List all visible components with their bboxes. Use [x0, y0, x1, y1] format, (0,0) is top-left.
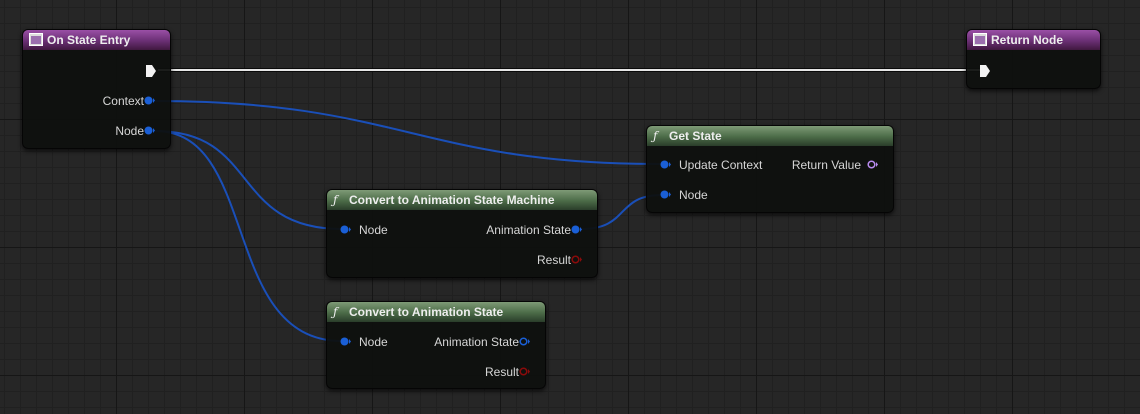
- wire-context-to-update-context: [154, 100, 661, 165]
- function-icon: ƒ: [333, 193, 338, 207]
- event-icon: [29, 33, 43, 46]
- convert-state-machine-header[interactable]: ƒ Convert to Animation State Machine: [327, 190, 597, 210]
- context-output-pin[interactable]: [144, 96, 155, 105]
- update-context-pin-label: Update Context: [679, 158, 763, 172]
- return-node[interactable]: Return Node: [966, 29, 1101, 89]
- get-state-header[interactable]: ƒ Get State: [647, 126, 893, 146]
- get-state-title: Get State: [669, 129, 722, 143]
- node-pin-label: Node: [359, 223, 388, 237]
- return-value-pin-row: Return Value: [792, 156, 861, 174]
- node-output-pin[interactable]: [144, 126, 155, 135]
- node-pin-label: Node: [359, 335, 388, 349]
- result-pin-label: Result: [484, 365, 519, 379]
- animation-state-pin-label: Animation State: [434, 335, 519, 349]
- convert-state-title: Convert to Animation State: [349, 305, 504, 319]
- convert-to-animation-state-node[interactable]: ƒ Convert to Animation State Node Animati…: [326, 301, 546, 389]
- exec-input-pin[interactable]: [979, 64, 991, 78]
- on-state-entry-header[interactable]: On State Entry: [23, 30, 170, 50]
- node-pin-label: Node: [679, 188, 708, 202]
- animation-state-output-pin[interactable]: [519, 337, 530, 346]
- wire-node-to-convert-state: [154, 130, 343, 342]
- result-output-pin[interactable]: [519, 367, 530, 376]
- convert-state-machine-title: Convert to Animation State Machine: [349, 193, 555, 207]
- node-pin-row: Node: [359, 221, 388, 239]
- result-pin-row: Result: [537, 251, 571, 269]
- result-pin-row: Result: [485, 363, 519, 381]
- exec-output-pin[interactable]: [145, 64, 157, 78]
- animation-state-pin-row: Animation State: [486, 221, 571, 239]
- node-pin-row: Node: [359, 333, 388, 351]
- context-pin-row: Context: [103, 92, 144, 110]
- node-pin-label: Node: [115, 124, 144, 138]
- node-pin-row: Node: [679, 186, 708, 204]
- result-pin-label: Result: [536, 253, 571, 267]
- return-node-header[interactable]: Return Node: [967, 30, 1100, 50]
- function-icon: ƒ: [333, 305, 338, 319]
- animation-state-pin-row: Animation State: [434, 333, 519, 351]
- update-context-input-pin[interactable]: [660, 160, 671, 169]
- return-value-output-pin[interactable]: [867, 160, 878, 169]
- node-input-pin[interactable]: [340, 225, 351, 234]
- update-context-pin-row: Update Context: [679, 156, 762, 174]
- node-input-pin[interactable]: [340, 337, 351, 346]
- convert-to-animation-state-machine-node[interactable]: ƒ Convert to Animation State Machine Node…: [326, 189, 598, 278]
- get-state-node[interactable]: ƒ Get State Update Context Return Value N…: [646, 125, 894, 213]
- context-pin-label: Context: [102, 94, 144, 108]
- node-input-pin[interactable]: [660, 190, 671, 199]
- return-value-pin-label: Return Value: [791, 158, 861, 172]
- on-state-entry-node[interactable]: On State Entry Context Node: [22, 29, 171, 149]
- function-icon: ƒ: [653, 129, 658, 143]
- animation-state-pin-label: Animation State: [486, 223, 571, 237]
- wire-node-to-convert-state-machine: [154, 130, 343, 230]
- convert-state-header[interactable]: ƒ Convert to Animation State: [327, 302, 545, 322]
- animation-state-output-pin[interactable]: [571, 225, 582, 234]
- on-state-entry-title: On State Entry: [47, 33, 131, 47]
- function-result-icon: [973, 33, 987, 46]
- return-node-title: Return Node: [991, 33, 1063, 47]
- node-pin-row: Node: [115, 122, 144, 140]
- result-output-pin[interactable]: [571, 255, 582, 264]
